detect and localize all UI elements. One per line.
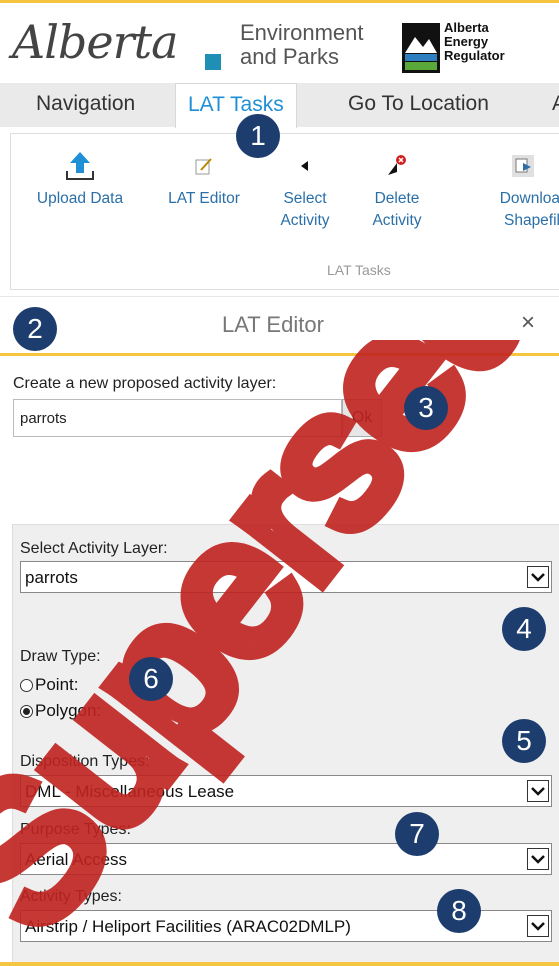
delete-activity-label-2: Activity	[372, 212, 422, 229]
callout-badge-7: 7	[395, 812, 439, 856]
delete-icon	[388, 155, 406, 175]
close-icon[interactable]: ×	[521, 309, 535, 337]
activity-layer-label: Select Activity Layer:	[20, 540, 168, 557]
select-activity-label-1: Select	[283, 190, 327, 207]
ribbon-toolbar: Upload Data LAT Editor Select Activity D…	[10, 133, 559, 290]
disposition-value: DML - Miscellaneous Lease	[25, 782, 235, 801]
alberta-logo: Alberta	[12, 15, 178, 69]
disposition-types-label: Disposition Types:	[20, 753, 150, 770]
draw-type-point-radio[interactable]: Point:	[20, 675, 78, 695]
callout-badge-4: 4	[502, 607, 546, 651]
lat-editor-button[interactable]: LAT Editor	[154, 144, 254, 210]
download-shapefile-button[interactable]: Downloa Shapefil	[481, 144, 559, 232]
delete-activity-button[interactable]: Delete Activity	[359, 144, 435, 232]
aer-line-3: Regulator	[444, 48, 505, 63]
radio-unchecked-icon	[20, 678, 33, 692]
select-activity-button[interactable]: Select Activity	[267, 144, 343, 232]
lat-editor-panel-header: LAT Editor ×	[0, 296, 559, 356]
polygon-label: Polygon:	[35, 701, 102, 720]
callout-badge-3: 3	[404, 386, 448, 430]
bottom-accent-line	[0, 962, 559, 966]
new-layer-name-input[interactable]	[13, 399, 342, 437]
tab-lat-tasks[interactable]: LAT Tasks	[175, 83, 297, 128]
env-line-1: Environment	[240, 20, 364, 45]
activity-types-label: Activity Types:	[20, 888, 122, 905]
download-icon	[512, 155, 534, 177]
environment-parks-label: Environment and Parks	[240, 21, 364, 69]
ok-button[interactable]: Ok	[342, 399, 382, 437]
activity-layer-value: parrots	[25, 568, 78, 587]
draw-type-label: Draw Type:	[20, 648, 101, 665]
callout-badge-6: 6	[129, 657, 173, 701]
upload-data-label: Upload Data	[36, 190, 124, 207]
aer-logo-text: Alberta Energy Regulator	[444, 21, 505, 63]
activity-layer-select[interactable]: parrots	[20, 561, 552, 593]
ribbon-group-label: LAT Tasks	[327, 262, 391, 278]
callout-badge-8: 8	[437, 889, 481, 933]
edit-icon	[195, 158, 212, 175]
callout-badge-2: 2	[13, 307, 57, 351]
create-layer-label: Create a new proposed activity layer:	[13, 375, 277, 392]
tab-go-to-location[interactable]: Go To Location	[348, 92, 489, 116]
chevron-down-icon	[527, 848, 549, 870]
aer-logo-icon	[402, 23, 440, 73]
delete-activity-label-1: Delete	[374, 190, 420, 207]
disposition-types-select[interactable]: DML - Miscellaneous Lease	[20, 775, 552, 807]
upload-icon	[66, 152, 94, 180]
download-shapefile-label-1: Downloa	[499, 190, 559, 207]
chevron-down-icon	[527, 915, 549, 937]
select-activity-label-2: Activity	[280, 212, 330, 229]
tab-navigation[interactable]: Navigation	[36, 92, 135, 116]
tab-overflow[interactable]: A	[552, 92, 559, 116]
radio-checked-icon	[20, 704, 33, 718]
alberta-logo-square	[205, 54, 221, 70]
purpose-types-select[interactable]: Aerial Access	[20, 843, 552, 875]
download-shapefile-label-2: Shapefil	[503, 212, 559, 229]
aer-line-1: Alberta	[444, 20, 489, 35]
point-label: Point:	[35, 675, 79, 694]
callout-badge-5: 5	[502, 719, 546, 763]
purpose-value: Aerial Access	[25, 850, 128, 869]
aer-line-2: Energy	[444, 34, 489, 49]
select-arrow-icon	[301, 161, 308, 171]
header: Alberta Environment and Parks Alberta En…	[0, 3, 559, 83]
lat-editor-label: LAT Editor	[168, 190, 240, 207]
activity-types-value: Airstrip / Heliport Facilities (ARAC02DM…	[25, 917, 351, 936]
purpose-types-label: Purpose Types:	[20, 821, 131, 838]
draw-type-polygon-radio[interactable]: Polygon:	[20, 701, 101, 721]
panel-title: LAT Editor	[222, 312, 324, 337]
upload-data-button[interactable]: Upload Data	[25, 144, 135, 210]
env-line-2: and Parks	[240, 44, 340, 69]
callout-badge-1: 1	[236, 114, 280, 158]
chevron-down-icon	[527, 780, 549, 802]
tab-bar: Navigation LAT Tasks Go To Location A	[0, 83, 559, 128]
chevron-down-icon	[527, 566, 549, 588]
